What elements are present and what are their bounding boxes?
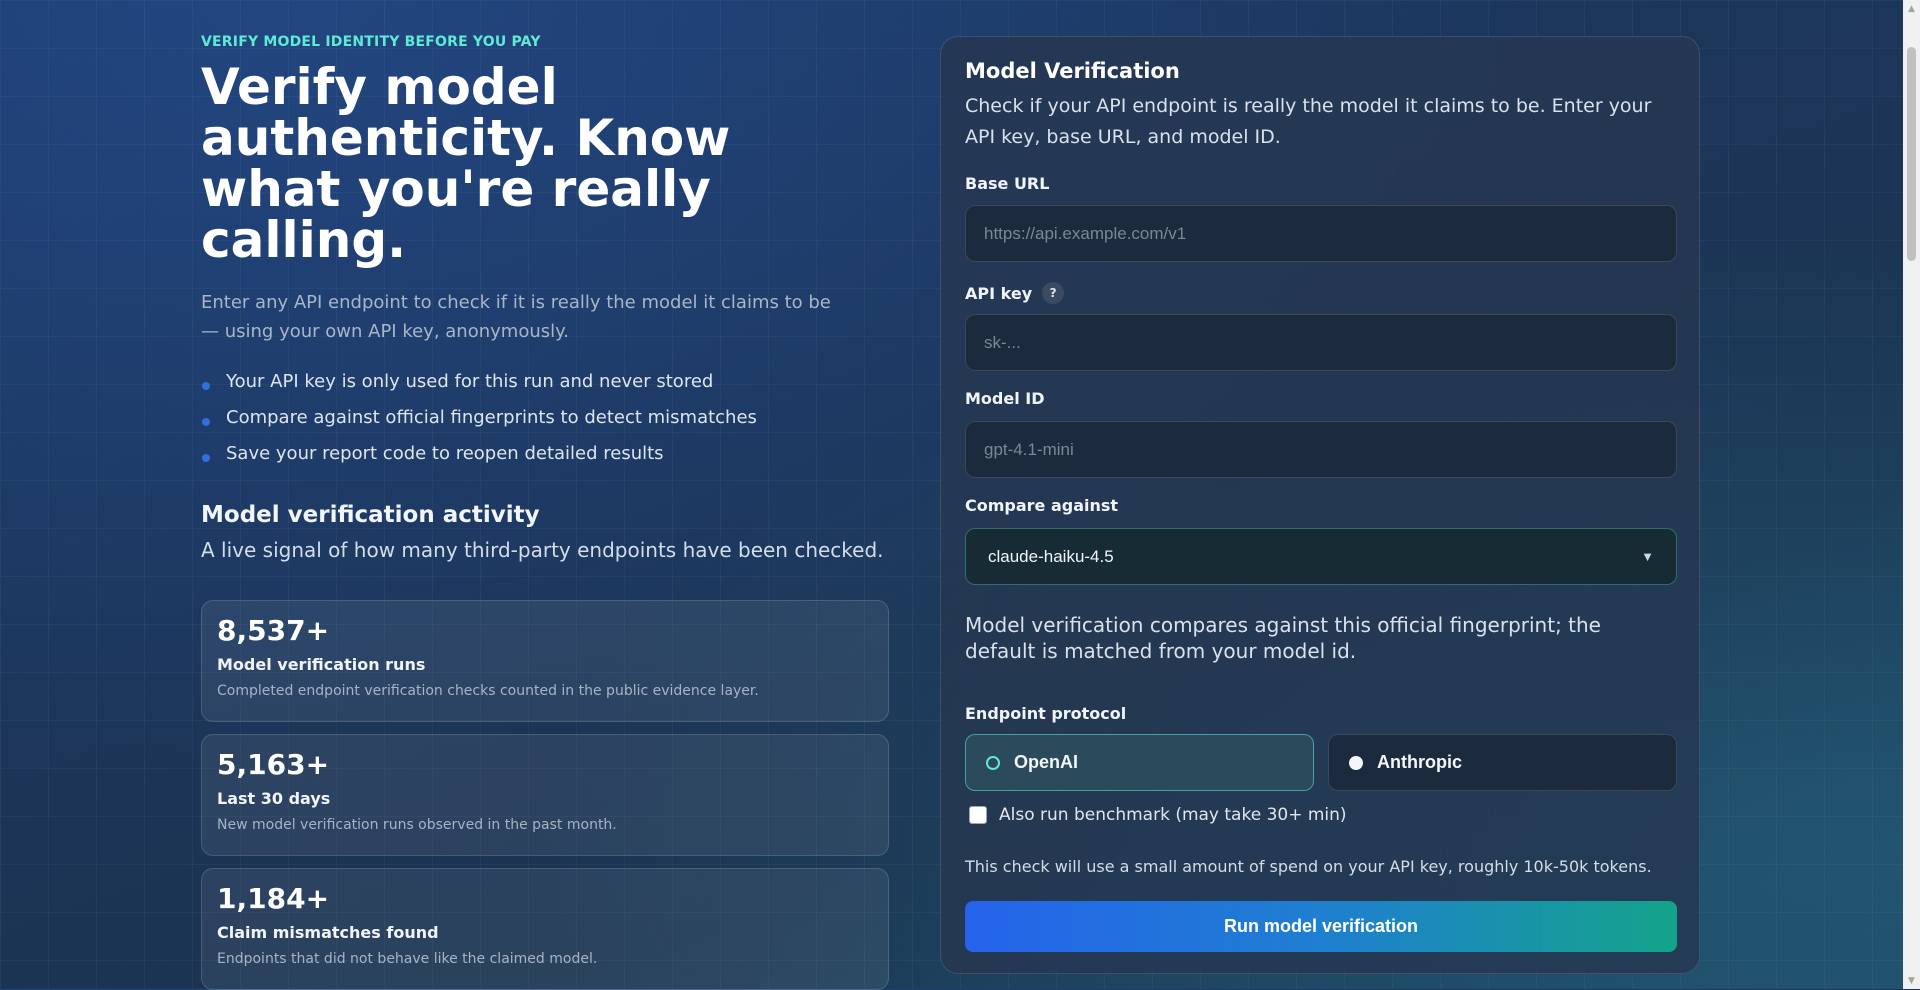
page-title: Verify model authenticity. Know what you…	[201, 58, 731, 269]
hero-subtitle: Enter any API endpoint to check if it is…	[201, 292, 831, 342]
list-item: Compare against official fingerprints to…	[201, 400, 901, 436]
stats-list: 8,537+ Model verification runs Completed…	[201, 600, 901, 990]
activity-title: Model verification activity	[201, 502, 540, 528]
benchmark-checkbox[interactable]	[969, 806, 987, 824]
compare-against-select[interactable]: claude-haiku-4.5 ▼	[965, 528, 1677, 585]
bullet-text: Your API key is only used for this run a…	[226, 371, 714, 392]
api-key-input[interactable]	[965, 314, 1677, 371]
stat-value: 8,537+	[217, 614, 330, 647]
model-id-input[interactable]	[965, 421, 1677, 478]
chevron-down-icon: ▼	[1641, 549, 1654, 564]
model-id-label: Model ID	[965, 389, 1045, 408]
benchmark-checkbox-row[interactable]: Also run benchmark (may take 30+ min)	[965, 805, 1347, 825]
compare-selected-value: claude-haiku-4.5	[988, 546, 1114, 566]
form-title: Model Verification	[965, 59, 1180, 83]
protocol-option-anthropic[interactable]: Anthropic	[1328, 734, 1677, 791]
radio-label: OpenAI	[1014, 752, 1079, 772]
compare-against-label: Compare against	[965, 496, 1119, 515]
scroll-up-icon[interactable]: ▲	[1903, 0, 1920, 17]
base-url-input[interactable]	[965, 205, 1677, 262]
activity-subtitle: A live signal of how many third-party en…	[201, 538, 884, 562]
list-item: Your API key is only used for this run a…	[201, 364, 901, 400]
help-icon[interactable]: ?	[1042, 282, 1065, 304]
stat-card-last-30-days: 5,163+ Last 30 days New model verificati…	[201, 734, 889, 856]
feature-list: Your API key is only used for this run a…	[201, 364, 901, 472]
stat-label: Model verification runs	[217, 655, 426, 674]
stat-description: Endpoints that did not behave like the c…	[217, 951, 598, 967]
stat-card-mismatches: 1,184+ Claim mismatches found Endpoints …	[201, 868, 889, 990]
list-item: Save your report code to reopen detailed…	[201, 436, 901, 472]
stat-value: 5,163+	[217, 748, 330, 781]
spend-note: This check will use a small amount of sp…	[965, 857, 1652, 876]
bullet-dot-icon	[202, 418, 210, 426]
radio-label: Anthropic	[1377, 752, 1462, 772]
protocol-radio-group: OpenAI Anthropic	[965, 734, 1677, 791]
bullet-text: Save your report code to reopen detailed…	[226, 443, 664, 464]
bullet-dot-icon	[202, 382, 210, 390]
bullet-dot-icon	[202, 454, 210, 462]
verification-form-card: Model Verification Check if your API end…	[940, 36, 1700, 974]
run-verification-button[interactable]: Run model verification	[965, 901, 1677, 952]
hero-section: VERIFY MODEL IDENTITY BEFORE YOU PAY Ver…	[201, 34, 901, 990]
eyebrow: VERIFY MODEL IDENTITY BEFORE YOU PAY	[201, 34, 541, 50]
api-key-label-row: API key ?	[965, 282, 1065, 304]
compare-note: Model verification compares against this…	[965, 613, 1601, 663]
protocol-label: Endpoint protocol	[965, 704, 1127, 723]
api-key-label: API key	[965, 283, 1033, 303]
scroll-thumb[interactable]	[1907, 47, 1916, 261]
protocol-option-openai[interactable]: OpenAI	[965, 734, 1314, 791]
base-url-label: Base URL	[965, 174, 1050, 193]
form-description: Check if your API endpoint is really the…	[965, 95, 1652, 148]
stat-description: New model verification runs observed in …	[217, 817, 617, 833]
radio-unselected-icon	[1349, 755, 1363, 770]
benchmark-label: Also run benchmark (may take 30+ min)	[999, 805, 1347, 825]
stat-label: Claim mismatches found	[217, 923, 439, 942]
stat-card-runs: 8,537+ Model verification runs Completed…	[201, 600, 889, 722]
stat-value: 1,184+	[217, 882, 330, 915]
stat-description: Completed endpoint verification checks c…	[217, 683, 759, 699]
scrollbar[interactable]: ▲ ▼	[1903, 0, 1920, 989]
scroll-down-icon[interactable]: ▼	[1903, 972, 1920, 989]
bullet-text: Compare against official fingerprints to…	[226, 407, 757, 428]
stat-label: Last 30 days	[217, 789, 331, 808]
radio-selected-icon	[986, 755, 1000, 770]
